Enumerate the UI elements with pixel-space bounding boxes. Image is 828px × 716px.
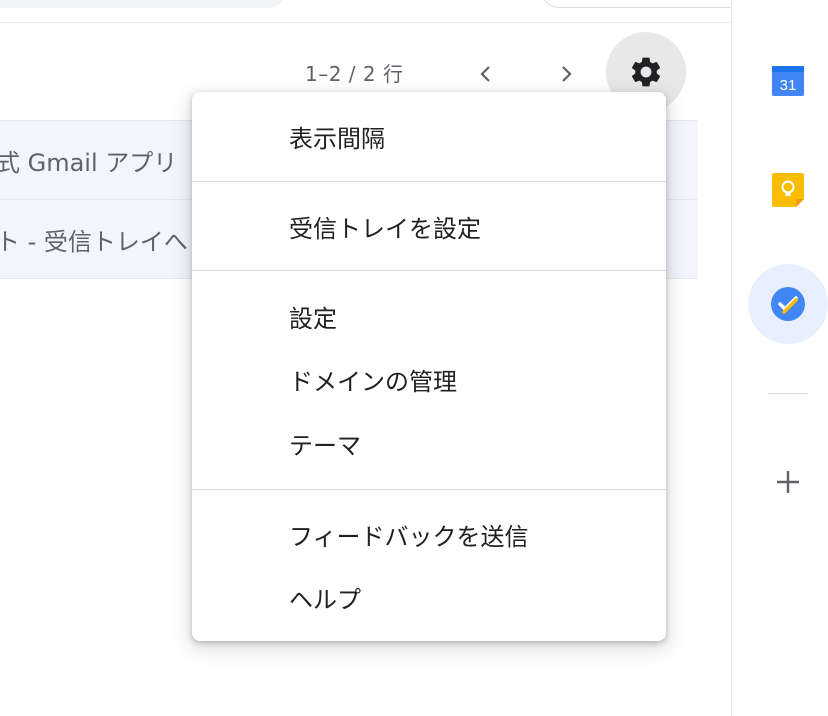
menu-divider — [192, 181, 666, 182]
side-panel-divider — [768, 393, 808, 394]
add-addon-button[interactable] — [768, 462, 808, 502]
menu-item-send-feedback[interactable]: フィードバックを送信 — [192, 510, 666, 558]
side-panel — [731, 0, 828, 716]
menu-item-label: フィードバックを送信 — [289, 522, 529, 551]
menu-divider — [192, 270, 666, 271]
menu-item-label: ヘルプ — [289, 585, 361, 614]
tasks-button[interactable] — [768, 284, 808, 324]
search-bar[interactable] — [0, 0, 285, 8]
chevron-right-icon — [562, 66, 572, 82]
menu-item-help[interactable]: ヘルプ — [192, 573, 666, 621]
previous-page-button[interactable] — [466, 54, 506, 94]
menu-item-manage-domain[interactable]: ドメインの管理 — [192, 355, 666, 403]
header-divider — [0, 22, 731, 23]
pagination-count: 1–2 / 2 行 — [305, 62, 404, 86]
next-page-button[interactable] — [546, 54, 586, 94]
email-subject: ト - 受信トレイへ — [0, 227, 188, 256]
menu-item-label: テーマ — [289, 431, 361, 460]
menu-item-label: ドメインの管理 — [289, 367, 457, 396]
email-subject: 式 Gmail アプリ — [0, 148, 178, 177]
menu-divider — [192, 489, 666, 490]
menu-item-settings[interactable]: 設定 — [192, 292, 666, 340]
keep-icon — [772, 173, 804, 207]
menu-item-label: 設定 — [289, 304, 337, 333]
menu-item-label: 受信トレイを設定 — [289, 214, 481, 243]
add-icon — [777, 471, 799, 493]
chevron-left-icon — [480, 66, 490, 82]
menu-item-display-density[interactable]: 表示間隔 — [192, 112, 666, 160]
gear-icon — [631, 57, 661, 87]
calendar-button[interactable]: 31 — [768, 60, 808, 100]
calendar-icon: 31 — [772, 66, 804, 96]
menu-item-themes[interactable]: テーマ — [192, 419, 666, 467]
tasks-icon — [771, 287, 805, 321]
settings-menu: 表示間隔 受信トレイを設定 設定 ドメインの管理 テーマ フィードバックを送信 … — [192, 92, 666, 641]
calendar-day: 31 — [780, 77, 797, 94]
keep-button[interactable] — [768, 170, 808, 210]
menu-item-configure-inbox[interactable]: 受信トレイを設定 — [192, 202, 666, 250]
menu-item-label: 表示間隔 — [289, 124, 385, 153]
